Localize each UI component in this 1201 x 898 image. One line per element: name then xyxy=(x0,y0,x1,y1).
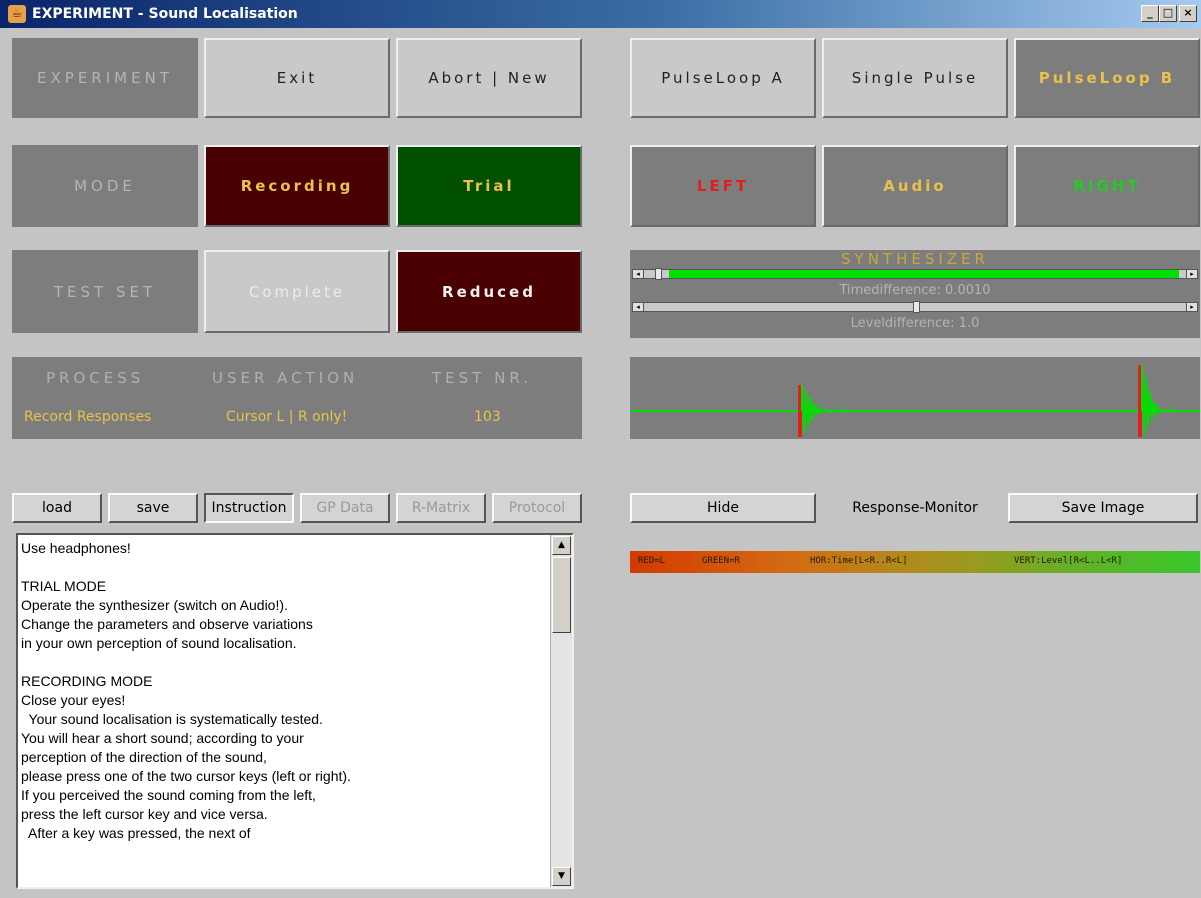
user-action-value: Cursor L | R only! xyxy=(226,409,348,425)
slider-left-arrow-icon[interactable]: ◂ xyxy=(632,302,644,312)
hide-button[interactable]: Hide xyxy=(630,493,816,523)
test-set-label: TEST SET xyxy=(12,250,198,333)
process-value: Record Responses xyxy=(24,409,152,425)
r-matrix-button[interactable]: R-Matrix xyxy=(396,493,486,523)
test-nr-header: TEST NR. xyxy=(432,369,532,387)
instructions-scrollbar[interactable]: ▲ ▼ xyxy=(550,535,572,887)
minimize-icon[interactable]: _ xyxy=(1141,5,1159,22)
instructions-textarea[interactable]: Use headphones! TRIAL MODE Operate the s… xyxy=(16,533,574,889)
scroll-thumb[interactable] xyxy=(552,557,571,633)
pulse-loop-a-button[interactable]: PulseLoop A xyxy=(630,38,816,118)
gp-data-button[interactable]: GP Data xyxy=(300,493,390,523)
experiment-label: EXPERIMENT xyxy=(12,38,198,118)
synthesizer-panel: SYNTHESIZER ◂ ▸ Timedifference: 0.0010 ◂… xyxy=(630,250,1200,338)
legend-horizontal: HOR:Time[L<R..R<L] xyxy=(810,556,908,566)
legend-vertical: VERT:Level[R<L..L<R] xyxy=(1014,556,1123,566)
single-pulse-button[interactable]: Single Pulse xyxy=(822,38,1008,118)
waveform-svg xyxy=(630,364,1200,437)
test-nr-value: 103 xyxy=(474,409,501,425)
load-button[interactable]: load xyxy=(12,493,102,523)
pulse-loop-b-button[interactable]: PulseLoop B xyxy=(1014,38,1200,118)
pulse-2 xyxy=(1138,364,1200,437)
level-slider-thumb[interactable] xyxy=(913,301,920,313)
exit-button[interactable]: Exit xyxy=(204,38,390,118)
save-image-button[interactable]: Save Image xyxy=(1008,493,1198,523)
recording-mode-button[interactable]: Recording xyxy=(204,145,390,227)
close-icon[interactable]: × xyxy=(1179,5,1197,22)
java-app-icon: ☕ xyxy=(8,5,26,23)
left-button[interactable]: LEFT xyxy=(630,145,816,227)
pulse-1 xyxy=(798,384,890,437)
response-monitor-legend: RED=L GREEN=R HOR:Time[L<R..R<L] VERT:Le… xyxy=(630,551,1200,573)
slider-right-arrow-icon[interactable]: ▸ xyxy=(1186,302,1198,312)
abort-new-button[interactable]: Abort | New xyxy=(396,38,582,118)
legend-red: RED=L xyxy=(638,556,666,566)
instruction-button[interactable]: Instruction xyxy=(204,493,294,523)
response-monitor-label: Response-Monitor xyxy=(852,500,978,516)
user-action-header: USER ACTION xyxy=(212,369,359,387)
time-difference-label: Timedifference: 0.0010 xyxy=(839,283,991,298)
audio-button[interactable]: Audio xyxy=(822,145,1008,227)
save-button[interactable]: save xyxy=(108,493,198,523)
maximize-icon[interactable]: □ xyxy=(1159,5,1177,22)
legend-green: GREEN=R xyxy=(702,556,740,566)
status-panel: PROCESS USER ACTION TEST NR. Record Resp… xyxy=(12,357,582,439)
right-button[interactable]: RIGHT xyxy=(1014,145,1200,227)
time-slider-fill xyxy=(669,270,1179,278)
slider-left-arrow-icon[interactable]: ◂ xyxy=(632,269,644,279)
slider-right-arrow-icon[interactable]: ▸ xyxy=(1186,269,1198,279)
mode-label: MODE xyxy=(12,145,198,227)
instructions-text: Use headphones! TRIAL MODE Operate the s… xyxy=(21,540,351,841)
protocol-button[interactable]: Protocol xyxy=(492,493,582,523)
window-title: EXPERIMENT - Sound Localisation xyxy=(32,6,298,22)
trial-mode-button[interactable]: Trial xyxy=(396,145,582,227)
process-header: PROCESS xyxy=(46,369,145,387)
window-controls: _ □ × xyxy=(1141,5,1197,22)
scroll-up-arrow-icon[interactable]: ▲ xyxy=(552,536,571,555)
time-difference-slider[interactable]: ◂ ▸ xyxy=(632,268,1198,280)
synthesizer-title: SYNTHESIZER xyxy=(841,250,989,268)
complete-button[interactable]: Complete xyxy=(204,250,390,333)
window-titlebar: ☕ EXPERIMENT - Sound Localisation _ □ × xyxy=(0,0,1201,28)
level-difference-label: Leveldifference: 1.0 xyxy=(850,316,980,331)
scroll-down-arrow-icon[interactable]: ▼ xyxy=(552,867,571,886)
level-difference-slider[interactable]: ◂ ▸ xyxy=(632,301,1198,313)
reduced-button[interactable]: Reduced xyxy=(396,250,582,333)
waveform-display xyxy=(630,357,1200,439)
time-slider-thumb[interactable] xyxy=(655,268,662,280)
